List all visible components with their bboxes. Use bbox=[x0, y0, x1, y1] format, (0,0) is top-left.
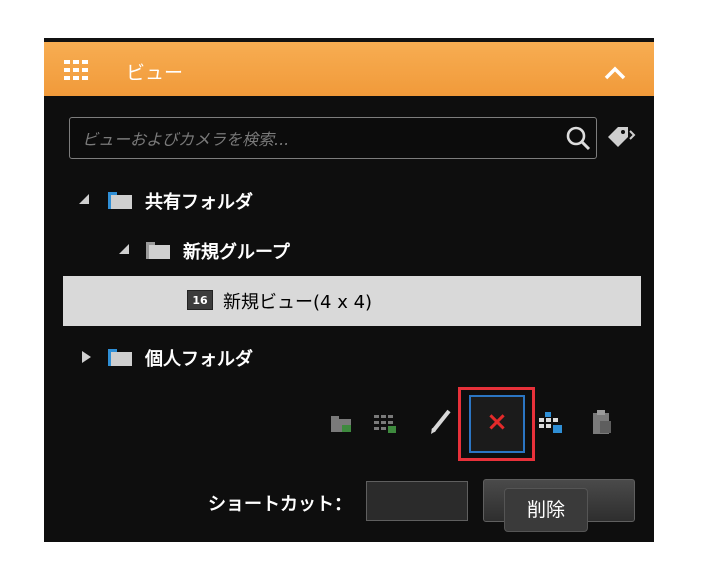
folder-icon bbox=[108, 192, 132, 209]
view-layout-badge: 16 bbox=[187, 290, 213, 310]
panel-title: ビュー bbox=[126, 62, 184, 84]
folder-icon bbox=[146, 242, 170, 259]
copy-view-icon[interactable] bbox=[539, 412, 563, 434]
folder-icon bbox=[108, 349, 132, 366]
new-view-icon[interactable] bbox=[374, 415, 396, 433]
tree-item-shared-folder[interactable]: 共有フォルダ bbox=[74, 180, 374, 218]
tag-filter-icon[interactable] bbox=[606, 125, 636, 151]
search-box bbox=[69, 117, 597, 159]
tree-item-label: 新規グループ bbox=[183, 242, 290, 263]
tree-item-label: 新規ビュー(4 x 4) bbox=[223, 292, 373, 313]
tree-item-label: 共有フォルダ bbox=[145, 192, 253, 213]
shortcut-label: ショートカット： bbox=[208, 494, 352, 515]
new-folder-icon[interactable] bbox=[330, 415, 352, 433]
tree-item-private-folder[interactable]: 個人フォルダ bbox=[74, 337, 374, 375]
tree-item-new-group[interactable]: 新規グループ bbox=[114, 230, 414, 268]
search-input[interactable] bbox=[80, 127, 554, 151]
chevron-up-icon[interactable] bbox=[604, 66, 626, 80]
panel-header[interactable]: ビュー bbox=[44, 38, 654, 96]
delete-tooltip: 削除 bbox=[504, 488, 588, 532]
expanded-triangle-icon[interactable] bbox=[118, 243, 130, 255]
tree-item-label: 個人フォルダ bbox=[145, 349, 253, 370]
rename-icon[interactable] bbox=[429, 407, 453, 435]
view-panel: ビュー 共有フォルダ bbox=[44, 38, 654, 542]
grid-view-icon bbox=[64, 60, 88, 80]
search-icon[interactable] bbox=[565, 125, 591, 151]
paste-icon[interactable] bbox=[591, 410, 613, 436]
tree-item-new-view[interactable]: 16 新規ビュー(4 x 4) bbox=[63, 276, 641, 326]
delete-button[interactable]: × bbox=[469, 395, 525, 453]
delete-icon: × bbox=[486, 407, 508, 437]
collapsed-triangle-icon[interactable] bbox=[80, 350, 92, 364]
expanded-triangle-icon[interactable] bbox=[78, 193, 90, 205]
shortcut-input[interactable] bbox=[366, 481, 468, 521]
